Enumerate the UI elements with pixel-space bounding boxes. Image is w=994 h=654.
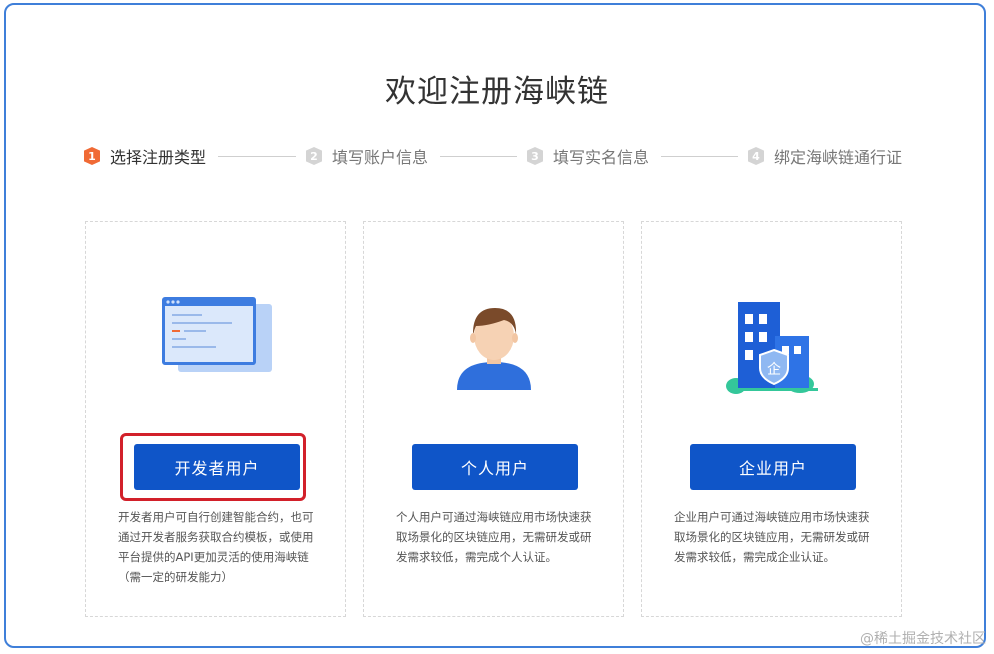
enterprise-user-card[interactable]: 企 企业用户 企业用户可通过海峡链应用市场快速获取场景化的区块链应用，无需研发或… — [641, 221, 902, 617]
step-label: 选择注册类型 — [110, 148, 207, 167]
step-connector — [440, 156, 517, 157]
developer-user-card[interactable]: 开发者用户 开发者用户可自行创建智能合约，也可通过开发者服务获取合约模板，或使用… — [85, 221, 346, 617]
step-bind-pass: 4 绑定海峡链通行证 — [748, 145, 902, 167]
person-avatar-icon — [364, 292, 623, 402]
personal-user-button[interactable]: 个人用户 — [412, 444, 578, 490]
enterprise-user-description: 企业用户可通过海峡链应用市场快速获取场景化的区块链应用，无需研发或研发需求较低，… — [674, 510, 870, 564]
step-label: 绑定海峡链通行证 — [774, 148, 903, 167]
developer-user-description: 开发者用户可自行创建智能合约，也可通过开发者服务获取合约模板，或使用平台提供的A… — [118, 510, 314, 584]
personal-user-card[interactable]: 个人用户 个人用户可通过海峡链应用市场快速获取场景化的区块链应用，无需研发或研发… — [363, 221, 624, 617]
developer-user-button[interactable]: 开发者用户 — [134, 444, 300, 490]
personal-user-description: 个人用户可通过海峡链应用市场快速获取场景化的区块链应用，无需研发或研发需求较低，… — [396, 510, 592, 564]
step-number-badge: 1 — [84, 147, 100, 165]
step-connector — [661, 156, 738, 157]
step-realname-info: 3 填写实名信息 — [527, 145, 649, 167]
enterprise-building-icon: 企 — [642, 292, 901, 402]
svg-text:企: 企 — [767, 361, 781, 378]
step-account-info: 2 填写账户信息 — [306, 145, 428, 167]
developer-window-icon — [86, 292, 345, 402]
step-select-type: 1 选择注册类型 — [84, 145, 206, 167]
page-title: 欢迎注册海峡链 — [385, 74, 609, 110]
step-number-badge: 3 — [527, 147, 543, 165]
watermark: @稀土掘金技术社区 — [860, 631, 986, 647]
step-label: 填写账户信息 — [332, 148, 429, 167]
registration-steps: 1 选择注册类型 2 填写账户信息 3 填写实名信息 4 绑定海峡链通行证 — [0, 145, 994, 169]
step-number-badge: 4 — [748, 147, 764, 165]
enterprise-user-button[interactable]: 企业用户 — [690, 444, 856, 490]
step-label: 填写实名信息 — [553, 148, 650, 167]
step-connector — [218, 156, 296, 157]
step-number-badge: 2 — [306, 147, 322, 165]
